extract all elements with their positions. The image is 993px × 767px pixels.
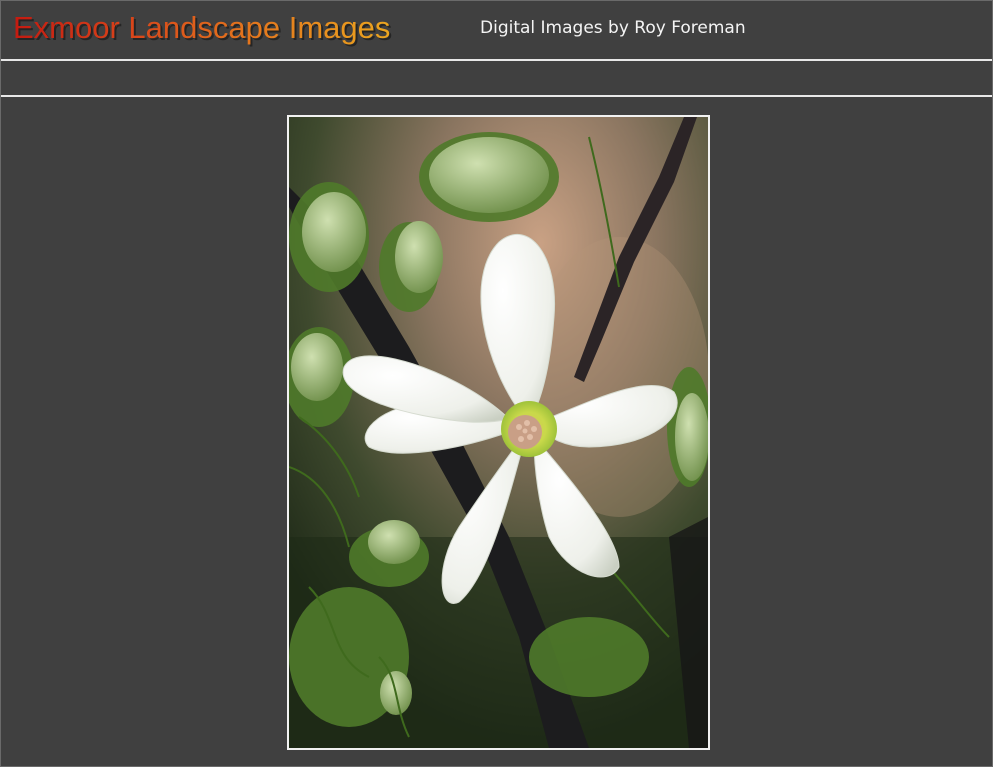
page-frame: Exmoor Landscape Images Exmoor Landscape… — [0, 0, 993, 767]
flower-photo-image — [289, 117, 708, 748]
site-subtitle: Digital Images by Roy Foreman — [480, 18, 746, 38]
site-header: Exmoor Landscape Images Exmoor Landscape… — [1, 1, 992, 61]
nav-bar — [1, 61, 992, 97]
main-photo[interactable] — [287, 115, 710, 750]
site-title[interactable]: Exmoor Landscape Images — [13, 9, 390, 47]
